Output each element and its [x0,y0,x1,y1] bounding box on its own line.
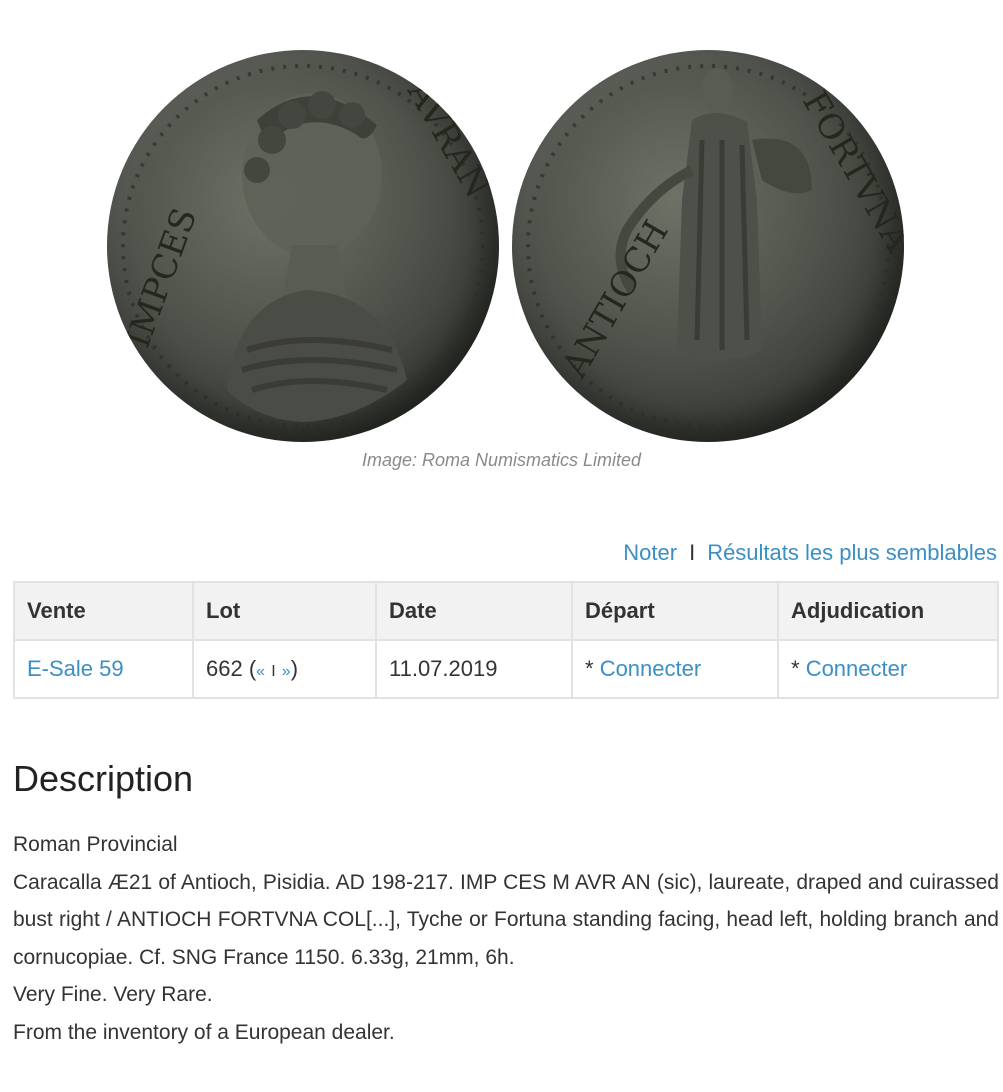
link-separator: I [689,540,696,565]
table-row: E-Sale 59 662 (« I ») 11.07.2019 * Conne… [13,639,999,699]
description-text: Caracalla Æ21 of Antioch, Pisidia. AD 19… [13,870,999,969]
description-title: Description [13,758,194,799]
start-prefix: * [585,656,594,681]
image-credit: Image: Roma Numismatics Limited [361,450,642,470]
svg-text:ANTIOCH: ANTIOCH [555,214,677,386]
sale-link[interactable]: E-Sale 59 [27,656,124,681]
cell-hammer: * Connecter [777,639,999,699]
cell-start: * Connecter [571,639,779,699]
coin-reverse-image: ANTIOCH FORTVNA [512,50,904,442]
svg-text:FORTVNA: FORTVNA [794,85,904,260]
next-lot-link[interactable]: » [282,663,291,680]
description-grade: Very Fine. Very Rare. [13,983,213,1006]
prev-lot-link[interactable]: « [256,663,265,680]
hammer-login-link[interactable]: Connecter [806,656,908,681]
cell-lot: 662 (« I ») [192,639,377,699]
cell-date: 11.07.2019 [375,639,573,699]
header-date: Date [375,581,573,641]
cell-sale: E-Sale 59 [13,639,194,699]
note-link[interactable]: Noter [623,540,677,565]
header-start: Départ [571,581,779,641]
start-login-link[interactable]: Connecter [600,656,702,681]
similar-results-link[interactable]: Résultats les plus semblables [707,540,997,565]
sales-table: Vente Lot Date Départ Adjudication E-Sal… [13,581,999,699]
svg-text:IMPCES: IMPCES [118,203,205,353]
header-lot: Lot [192,581,377,641]
coin-images: IMPCES AVRAN ANTIOCH FORTVNA [0,45,1003,445]
table-header-row: Vente Lot Date Départ Adjudication [13,581,999,641]
description-body: Roman Provincial Caracalla Æ21 of Antioc… [13,826,999,1051]
lot-number: 662 [206,656,243,681]
coin-obverse-image: IMPCES AVRAN [107,50,499,442]
lot-paren-close: ) [290,656,299,681]
svg-text:AVRAN: AVRAN [399,74,498,205]
header-hammer: Adjudication [777,581,999,641]
hammer-prefix: * [791,656,800,681]
description-provenance: From the inventory of a European dealer. [13,1020,395,1044]
lot-nav-separator: I [271,663,276,680]
description-category: Roman Provincial [13,833,178,856]
header-sale: Vente [13,581,194,641]
action-links: Noter I Résultats les plus semblables [623,540,997,566]
